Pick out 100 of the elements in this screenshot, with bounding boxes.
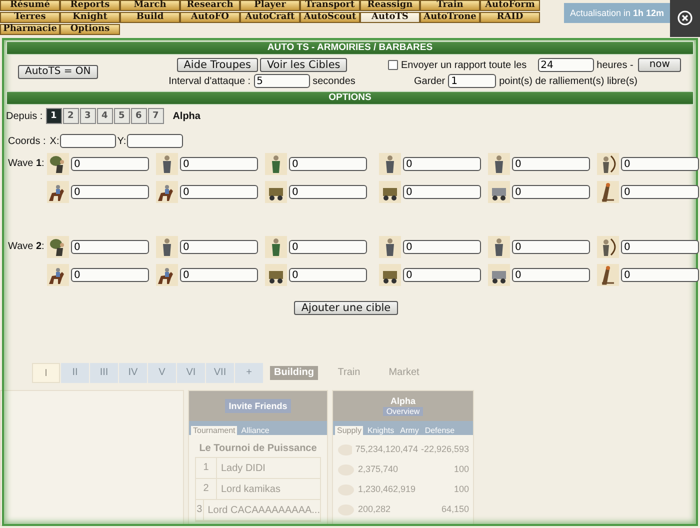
resource-rate: 64,150 <box>441 504 469 514</box>
troop-count-field[interactable]: 0 <box>180 185 258 199</box>
troop-count-field[interactable]: 0 <box>289 240 367 254</box>
troop-count-field[interactable]: 0 <box>180 157 258 171</box>
catapult-icon <box>597 264 619 286</box>
soldier-icon <box>156 236 178 258</box>
menu-tab[interactable]: Knight <box>60 12 120 23</box>
menu-tab[interactable]: Transport <box>300 0 360 11</box>
interval-unit: secondes <box>312 76 356 86</box>
city-button[interactable]: 5 <box>114 108 130 124</box>
player-name: Lady DIDI <box>220 462 266 474</box>
troop-count-field[interactable]: 0 <box>289 268 367 282</box>
troop-count-field[interactable]: 0 <box>512 268 590 282</box>
action-button[interactable]: Aide Troupes <box>176 58 258 72</box>
resource-amount: 1,230,462,919 <box>358 484 417 494</box>
menu-tab[interactable]: March <box>120 0 180 11</box>
troop-count-field[interactable]: 0 <box>289 185 367 199</box>
rank-number: 3 <box>196 500 204 520</box>
menu-tab[interactable]: Player <box>240 0 300 11</box>
menu-tab[interactable]: AutoTrone <box>420 12 480 23</box>
troop-count-field[interactable]: 0 <box>71 185 149 199</box>
report-hours-field[interactable]: 24 <box>538 58 594 72</box>
city-button[interactable]: 1 <box>46 108 62 124</box>
troop-count-field[interactable]: 0 <box>621 268 699 282</box>
add-target-button[interactable]: Ajouter une cible <box>294 301 398 315</box>
soldier-icon <box>379 236 401 258</box>
city-button[interactable]: 6 <box>130 108 147 124</box>
troop-count-field[interactable]: 0 <box>621 240 699 254</box>
menu-tab[interactable]: RAID <box>480 12 540 23</box>
menu-tab[interactable]: AutoFO <box>180 12 240 23</box>
report-checkbox[interactable] <box>388 60 398 70</box>
menu-tab[interactable]: Résumé <box>0 0 60 11</box>
interval-field[interactable]: 5 <box>254 74 310 88</box>
keep-label: Garder <box>414 76 446 86</box>
sack-carrier-icon <box>47 153 69 175</box>
horseman-icon <box>47 181 69 203</box>
soldier-icon <box>488 153 510 175</box>
menu-tab[interactable]: Reassign <box>360 0 420 11</box>
menu-tab[interactable]: Options <box>60 24 120 35</box>
city-name: Alpha <box>390 396 416 406</box>
coords-label: Coords : <box>8 136 46 146</box>
city-name: Alpha <box>172 110 200 122</box>
soldier-icon <box>265 153 287 175</box>
troop-count-field[interactable]: 0 <box>180 240 258 254</box>
soldier-icon <box>265 236 287 258</box>
menu-tab[interactable]: Research <box>180 0 240 11</box>
resource-rate: 100 <box>454 484 469 494</box>
report-unit: heures - <box>596 60 634 70</box>
ram-icon <box>488 181 510 203</box>
menu-tab[interactable]: Pharmacie <box>0 24 60 35</box>
menu-tab[interactable]: Terres <box>0 12 60 23</box>
now-button[interactable]: now <box>638 58 681 72</box>
y-field[interactable] <box>127 134 184 148</box>
archer-icon <box>597 153 619 175</box>
menu-tab[interactable]: AutoForm <box>480 0 540 11</box>
dialog-title: AUTO TS - ARMOIRIES / BARBARES <box>6 41 694 55</box>
interval-label: Interval d'attaque : <box>168 76 251 86</box>
menu-tab[interactable]: AutoCraft <box>240 12 300 23</box>
troop-count-field[interactable]: 0 <box>71 157 149 171</box>
archer-icon <box>597 236 619 258</box>
close-button[interactable] <box>676 9 694 27</box>
city-button[interactable]: 3 <box>80 108 96 124</box>
rank-number: 1 <box>196 458 217 478</box>
troop-count-field[interactable]: 0 <box>71 240 149 254</box>
troop-count-field[interactable]: 0 <box>403 240 481 254</box>
troop-count-field[interactable]: 0 <box>403 157 481 171</box>
menu-tab[interactable]: Train <box>420 0 480 11</box>
menu-tab[interactable]: AutoTS <box>360 12 420 23</box>
city-button[interactable]: 4 <box>96 108 113 124</box>
troop-count-field[interactable]: 0 <box>512 157 590 171</box>
resource-amount: 2,375,740 <box>358 464 400 474</box>
wagon-icon <box>265 264 287 286</box>
report-label: Envoyer un rapport toute les <box>401 60 527 70</box>
city-button[interactable]: 2 <box>62 108 79 124</box>
troop-count-field[interactable]: 0 <box>180 268 258 282</box>
resource-amount: 75,234,120,474 <box>355 444 418 454</box>
options-title: OPTIONS <box>6 91 694 105</box>
autots-toggle-button[interactable]: AutoTS = ON <box>18 65 98 79</box>
from-label: Depuis : <box>6 110 43 122</box>
soldier-icon <box>156 153 178 175</box>
troop-count-field[interactable]: 0 <box>621 185 699 199</box>
ram-icon <box>488 264 510 286</box>
menu-tab[interactable]: AutoScout <box>300 12 360 23</box>
troop-count-field[interactable]: 0 <box>403 185 481 199</box>
menu-tab[interactable]: Reports <box>60 0 120 11</box>
y-label: Y: <box>117 136 126 146</box>
troop-count-field[interactable]: 0 <box>512 185 590 199</box>
keep-field[interactable]: 1 <box>448 74 496 88</box>
troop-count-field[interactable]: 0 <box>71 268 149 282</box>
troop-count-field[interactable]: 0 <box>403 268 481 282</box>
action-button[interactable]: Voir les Cibles <box>260 58 348 72</box>
troop-count-field[interactable]: 0 <box>289 157 367 171</box>
x-field[interactable] <box>60 134 116 148</box>
rank-number: 2 <box>196 479 217 499</box>
city-button[interactable]: 7 <box>148 108 164 124</box>
troop-count-field[interactable]: 0 <box>512 240 590 254</box>
menu-tab[interactable]: Build <box>120 12 180 23</box>
sack-carrier-icon <box>47 236 69 258</box>
troop-count-field[interactable]: 0 <box>621 157 699 171</box>
resource-rate: 100 <box>454 464 469 474</box>
